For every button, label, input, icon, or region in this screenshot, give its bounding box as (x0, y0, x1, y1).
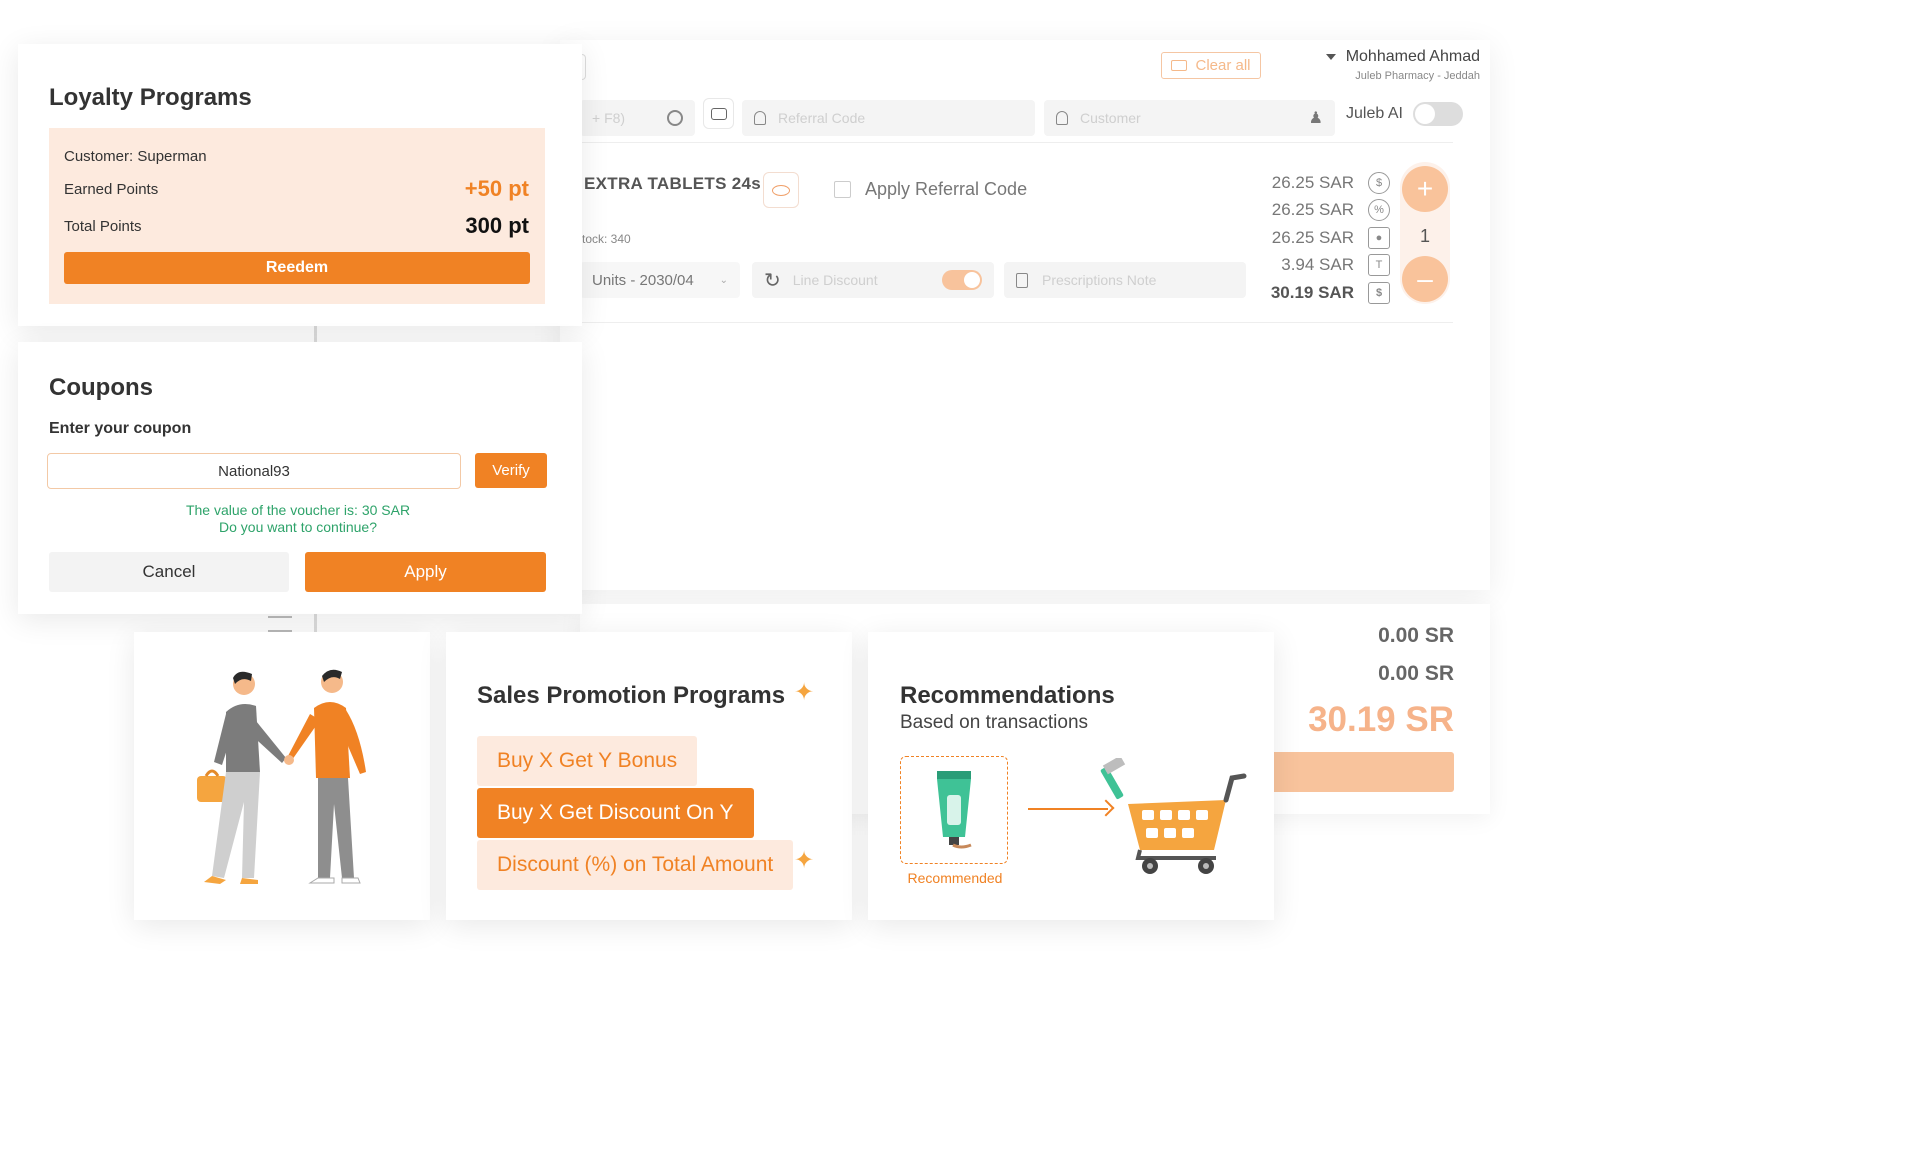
tag-icon: ● (1368, 227, 1390, 249)
referral-code-input[interactable]: Referral Code (742, 100, 1035, 136)
loyalty-customer: Customer: Superman (64, 148, 207, 165)
promo-item[interactable]: Discount (%) on Total Amount (477, 840, 794, 890)
total-points-label: Total Points (64, 218, 142, 235)
prescription-note-field[interactable]: Prescriptions Note (1004, 262, 1246, 298)
totals-value-1: 0.00 SR (1378, 624, 1454, 647)
sparkle-icon: ✦ (794, 847, 815, 874)
price-value: 26.25 SAR (1271, 200, 1354, 219)
background-divider (314, 324, 317, 344)
loyalty-programs-card: Loyalty Programs Customer: Superman Earn… (18, 44, 582, 326)
earned-points-label: Earned Points (64, 181, 159, 198)
chevron-down-icon: ⌄ (719, 274, 728, 286)
caret-down-icon (1325, 54, 1336, 60)
price-column: 26.25 SAR $ 26.25 SAR% 26.25 SAR ● 3.94 SA… (1260, 172, 1390, 312)
customer-input[interactable]: Customer ♟ (1044, 100, 1335, 136)
user-menu[interactable]: Mohhamed Ahmad Juleb Pharmacy - Jeddah (1290, 48, 1480, 82)
add-user-icon[interactable]: ♟ (1309, 108, 1323, 128)
recommended-product-box[interactable] (900, 756, 1008, 864)
loyalty-summary-box: Customer: Superman Earned Points +50 pt … (49, 128, 545, 304)
person-icon (754, 111, 766, 125)
discount-icon: % (1368, 199, 1390, 221)
person-icon (1056, 111, 1068, 125)
grand-total: 30.19 SR (1308, 700, 1454, 739)
user-name: Mohhamed Ahmad (1345, 48, 1480, 65)
coupon-code-input[interactable]: National93 (47, 453, 461, 489)
pos-main-panel: Clear all Mohhamed Ahmad Juleb Pharmacy … (560, 40, 1490, 590)
barcode-scan-button[interactable] (703, 98, 734, 129)
promo-item[interactable]: Buy X Get Y Bonus (477, 736, 698, 786)
price-value: 3.94 SAR (1281, 255, 1354, 274)
view-product-button[interactable] (763, 172, 799, 208)
recommendations-subtitle: Based on transactions (900, 712, 1089, 733)
search-icon[interactable] (667, 110, 683, 126)
dollar-icon: $ (1368, 172, 1390, 194)
shortcut-hint: + F8) (592, 110, 626, 126)
voucher-message-line1: The value of the voucher is: 30 SAR (185, 502, 411, 518)
sales-promotion-card: Sales Promotion Programs ✦ Buy X Get Y B… (446, 632, 852, 920)
juleb-ai-toggle[interactable] (1412, 102, 1463, 126)
units-value: Units - 2030/04 (592, 271, 694, 289)
price-value: 26.25 SAR (1271, 173, 1354, 192)
coupon-input-label: Enter your coupon (49, 420, 192, 437)
recommended-label: Recommended (907, 870, 1003, 886)
stock-text: tock: 340 (582, 232, 631, 246)
handshake-illustration (197, 669, 366, 884)
handshake-illustration-card (134, 632, 430, 920)
price-value: 26.25 SAR (1271, 228, 1354, 247)
line-discount-toggle[interactable] (942, 270, 982, 290)
apply-referral-checkbox[interactable] (834, 181, 851, 198)
coupons-card: Coupons Enter your coupon National93 Ver… (18, 342, 582, 614)
shopping-cart-icon (1100, 758, 1247, 874)
coupons-title: Coupons (49, 374, 153, 401)
divider (580, 322, 1453, 323)
document-icon (1016, 272, 1028, 288)
tax-icon: T (1368, 254, 1390, 276)
eye-icon (772, 184, 790, 196)
product-name: EXTRA TABLETS 24s (584, 174, 762, 193)
product-search-input[interactable]: + F8) (580, 100, 695, 136)
cancel-button[interactable]: Cancel (49, 552, 289, 592)
loyalty-title: Loyalty Programs (49, 84, 252, 111)
barcode-icon (710, 107, 727, 120)
decrease-quantity-button[interactable]: – (1402, 256, 1448, 302)
increase-quantity-button[interactable]: + (1402, 166, 1448, 212)
juleb-ai-label: Juleb AI (1346, 105, 1403, 122)
line-discount-placeholder: Line Discount (792, 272, 878, 288)
apply-referral-label: Apply Referral Code (865, 179, 1028, 199)
background-filter-icon (268, 616, 292, 632)
line-discount-field[interactable]: ↻ Line Discount (752, 262, 994, 298)
clear-all-button[interactable]: Clear all (1161, 52, 1261, 79)
juleb-ai-toggle-group: Juleb AI (1346, 102, 1463, 126)
earned-points-value: +50 pt (464, 176, 529, 201)
arrow-right-icon (1028, 808, 1108, 810)
price-total-value: 30.19 SAR (1270, 283, 1354, 302)
voucher-message-line2: Do you want to continue? (219, 519, 377, 535)
divider (580, 142, 1453, 143)
redeem-button[interactable]: Reedem (64, 252, 530, 284)
ointment-tube-icon (937, 771, 972, 849)
promo-item-selected[interactable]: Buy X Get Discount On Y (477, 788, 754, 838)
prescription-placeholder: Prescriptions Note (1042, 272, 1157, 288)
recommendations-card: Recommendations Based on transactions Re… (868, 632, 1274, 920)
clear-all-label: Clear all (1195, 57, 1251, 74)
total-points-value: 300 pt (465, 213, 529, 238)
user-pharmacy: Juleb Pharmacy - Jeddah (1355, 70, 1480, 82)
money-icon: $ (1368, 282, 1390, 304)
quantity-value[interactable]: 1 (1402, 226, 1448, 247)
recommendations-title: Recommendations (900, 682, 1115, 709)
apply-referral-checkbox-group[interactable]: Apply Referral Code (834, 179, 1027, 200)
backspace-icon (1171, 60, 1188, 71)
totals-value-2: 0.00 SR (1378, 662, 1454, 685)
customer-placeholder: Customer (1080, 110, 1141, 126)
apply-button[interactable]: Apply (305, 552, 546, 592)
refresh-icon[interactable]: ↻ (764, 268, 781, 293)
verify-button[interactable]: Verify (475, 453, 547, 488)
referral-placeholder: Referral Code (778, 110, 866, 126)
sales-promotion-title: Sales Promotion Programs (477, 682, 786, 709)
sparkle-icon: ✦ (794, 679, 815, 706)
units-select[interactable]: Units - 2030/04 ⌄ (580, 262, 740, 298)
